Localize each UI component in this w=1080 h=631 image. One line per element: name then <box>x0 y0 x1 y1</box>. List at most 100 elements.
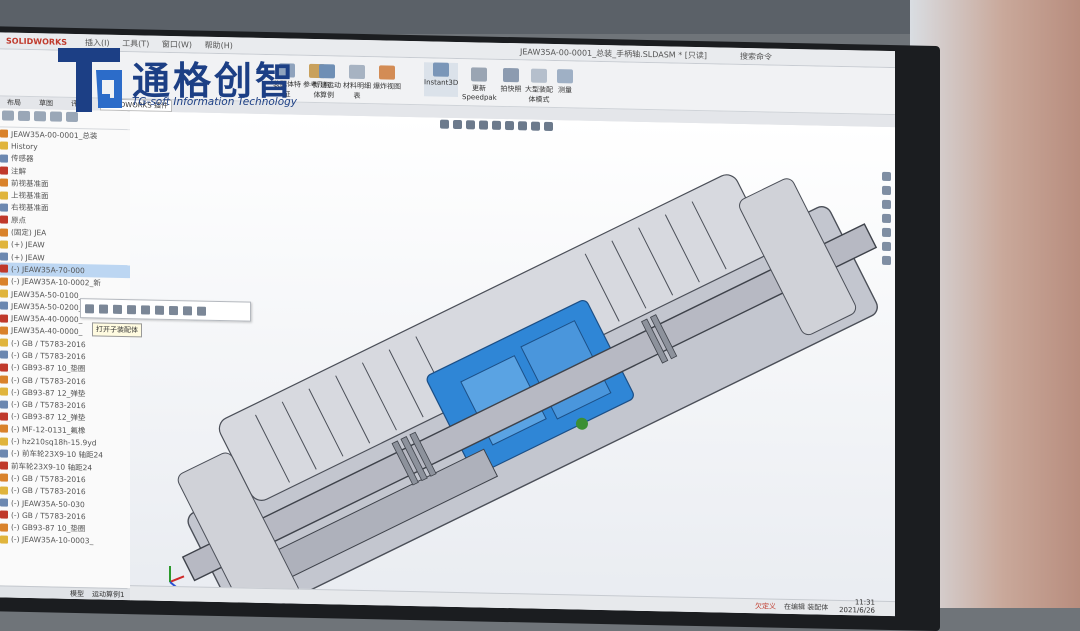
tree-item-label: 原点 <box>11 215 26 225</box>
mate-icon[interactable] <box>169 305 178 315</box>
measure-icon <box>557 69 573 84</box>
component-icon <box>0 424 8 433</box>
open-subassembly-icon[interactable] <box>85 303 94 313</box>
ribbon-new-motion-study[interactable]: 新建运动算例 <box>310 64 344 101</box>
definition-status: 欠定义 <box>755 602 776 611</box>
search-commands-input[interactable]: 搜索命令 <box>740 51 772 63</box>
ribbon-bom[interactable]: 材料明细表 <box>340 64 374 102</box>
tree-item-label: JEAW35A-40-0000_ <box>11 313 83 325</box>
component-icon <box>0 461 8 470</box>
feature-manager-tree: JEAW35A-00-0001_总装 History 传感器 注解 前视基准面 上视基准面… <box>0 108 131 601</box>
tree-item-label: (-) MF-12-0131_氟橡 <box>11 424 86 435</box>
suppress-icon[interactable] <box>141 304 150 315</box>
cad-window: SOLIDWORKS 插入(I) 工具(T) 窗口(W) 帮助(H) JEAW3… <box>0 32 895 617</box>
tree-item-label: (-) hz210sq18h-15.9yd <box>11 436 97 448</box>
tree-item-label: (+) JEAW <box>11 239 45 250</box>
component-icon <box>0 387 8 396</box>
isolate-icon[interactable] <box>155 305 164 315</box>
bottom-tabs: 模型 运动算例1 <box>0 585 130 601</box>
exploded-view-icon <box>379 65 395 80</box>
clock-date: 2021/6/26 <box>839 605 875 615</box>
document-title: JEAW35A-00-0001_总装_手柄轴.SLDASM * [只读] <box>520 47 708 61</box>
solidworks-resources-icon[interactable] <box>881 171 891 182</box>
property-manager-icon[interactable] <box>18 110 30 122</box>
forum-icon[interactable] <box>881 255 891 266</box>
design-library-icon[interactable] <box>881 185 891 196</box>
component-icon <box>0 338 8 347</box>
component-icon <box>0 510 8 519</box>
tab-model[interactable]: 模型 <box>70 588 84 598</box>
hide-component-icon[interactable] <box>113 304 122 314</box>
tree-item-label: (固定) JEA <box>11 227 47 238</box>
component-icon <box>0 166 8 175</box>
component-icon <box>0 375 8 384</box>
component-icon <box>0 178 8 187</box>
transparency-icon[interactable] <box>127 304 136 314</box>
motion-study-icon <box>319 64 335 79</box>
component-icon <box>0 141 8 151</box>
tree-item-label: (-) GB93-87 12_弹垫 <box>11 412 86 423</box>
tg-logo-mark-icon <box>58 48 122 112</box>
taskbar-clock: 11:31 2021/6/26 <box>839 598 875 615</box>
component-icon <box>0 363 8 372</box>
tree-item-label: (-) 前车轮23X9-10 轴距24 <box>11 449 104 460</box>
tree-item-label: (+) JEAW <box>11 252 45 262</box>
tree-item-label: 前视基准面 <box>11 178 49 189</box>
view-palette-icon[interactable] <box>881 213 891 224</box>
component-icon <box>0 215 8 224</box>
tree-item-label: (-) GB / T5783-2016 <box>11 338 86 349</box>
component-icon <box>0 264 8 273</box>
tree-item-label: 上视基准面 <box>11 190 49 201</box>
tree-item-label: History <box>11 141 38 152</box>
custom-properties-icon[interactable] <box>881 241 891 252</box>
monitor: SOLIDWORKS 插入(I) 工具(T) 窗口(W) 帮助(H) JEAW3… <box>0 26 940 631</box>
ribbon-measure[interactable]: 测量 <box>548 69 582 96</box>
component-icon <box>0 314 8 323</box>
tree-item-label: (-) GB / T5783-2016 <box>11 510 86 522</box>
file-explorer-icon[interactable] <box>881 199 891 210</box>
component-icon <box>0 154 8 163</box>
feature-tree-icon[interactable] <box>2 110 14 121</box>
component-icon <box>0 203 8 212</box>
component-icon <box>0 498 8 507</box>
ribbon-exploded-view[interactable]: 爆炸视图 <box>370 65 404 92</box>
component-icon <box>0 400 8 409</box>
configuration-icon[interactable] <box>34 111 46 122</box>
component-icon <box>0 436 8 446</box>
large-assembly-icon <box>531 68 547 83</box>
tree-item[interactable]: (-) JEAW35A-10-0003_ <box>0 533 130 548</box>
properties-icon[interactable] <box>197 306 206 316</box>
tree-item-label: (-) GB93-87 12_弹垫 <box>11 387 86 399</box>
tree-item-label: (-) JEAW35A-10-0002_新 <box>11 276 101 288</box>
component-icon <box>0 523 8 532</box>
editing-status: 在编辑 装配体 <box>784 602 829 612</box>
component-icon <box>0 129 8 138</box>
component-icon <box>0 277 8 286</box>
tab-motion-study[interactable]: 运动算例1 <box>92 589 124 600</box>
component-icon <box>0 326 8 335</box>
component-icon <box>0 301 8 310</box>
appearances-icon[interactable] <box>881 227 891 238</box>
tree-item-label: (-) GB93-87 10_垫圈 <box>11 522 86 534</box>
tree-item-label: 注解 <box>11 166 26 176</box>
tree-item-label: (-) GB / T5783-2016 <box>11 375 86 386</box>
tab-layout[interactable]: 布局 <box>4 98 24 108</box>
component-icon <box>0 227 8 237</box>
camera-icon <box>503 67 519 83</box>
tree-item-label: (-) JEAW35A-50-030 <box>11 498 85 509</box>
component-icon <box>0 289 8 298</box>
tree-item-label: (-) GB / T5783-2016 <box>11 473 86 485</box>
tree-item-label: JEAW35A-00-0001_总装 <box>11 129 98 141</box>
tree-item-label: (-) GB / T5783-2016 <box>11 485 86 497</box>
component-icon <box>0 240 8 249</box>
edit-component-icon[interactable] <box>99 303 108 314</box>
component-icon <box>0 486 8 495</box>
tree-item-label: 前车轮23X9-10 轴距24 <box>11 461 93 473</box>
component-icon <box>0 350 8 360</box>
appearance-edit-icon[interactable] <box>183 305 192 315</box>
speedpak-icon <box>471 67 487 82</box>
tree-item-label: (-) GB93-87 10_垫圈 <box>11 362 86 374</box>
ribbon-update-speedpak[interactable]: 更新Speedpak <box>462 67 497 102</box>
ribbon-instant3d[interactable]: Instant3D <box>424 62 458 98</box>
graphics-area[interactable] <box>130 111 895 617</box>
